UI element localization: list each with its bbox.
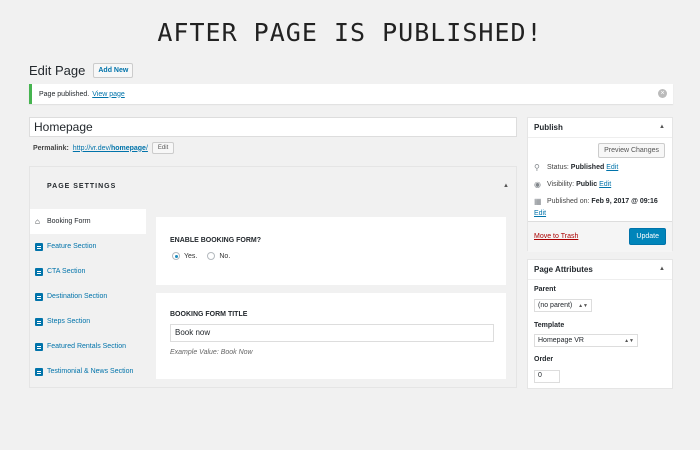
permalink-label: Permalink: (33, 144, 69, 152)
calendar-icon: ▦ (534, 197, 542, 206)
enable-booking-label: ENABLE BOOKING FORM? (170, 237, 261, 244)
document-icon (35, 367, 43, 376)
document-icon (35, 342, 43, 351)
collapse-arrow-icon[interactable]: ▲ (659, 124, 665, 130)
permalink-row: Permalink: http://vr.dev/homepage/ Edit (33, 142, 175, 154)
publish-box: Publish ▲ Preview Changes ⚲ Status: Publi… (527, 117, 673, 252)
template-label: Template (534, 322, 565, 329)
booking-title-input[interactable]: Book now (170, 324, 494, 342)
published-on-row: ▦ Published on: Feb 9, 2017 @ 09:16 (534, 197, 658, 206)
radio-no[interactable] (207, 252, 216, 260)
order-label: Order (534, 356, 554, 363)
tab-booking-form[interactable]: ⌂ Booking Form (30, 209, 146, 234)
tab-steps-section[interactable]: Steps Section (30, 309, 146, 334)
annotation-banner: AFTER PAGE IS PUBLISHED! (157, 18, 543, 47)
page-settings-header[interactable]: PAGE SETTINGS ▲ (30, 167, 516, 209)
home-icon: ⌂ (35, 216, 40, 226)
page-attributes-header[interactable]: Page Attributes ▲ (528, 260, 672, 280)
tab-cta-section[interactable]: CTA Section (30, 259, 146, 284)
chevron-down-icon: ▲▼ (578, 302, 588, 309)
visibility-row: ◉ Visibility: Public Edit (534, 180, 612, 189)
page-title: Edit Page (29, 63, 86, 78)
eye-icon: ◉ (534, 180, 541, 189)
tab-feature-section[interactable]: Feature Section (30, 234, 146, 259)
update-button[interactable]: Update (629, 228, 666, 245)
page-settings-box: PAGE SETTINGS ▲ ⌂ Booking Form Feature S… (29, 166, 517, 388)
booking-title-example: Example Value: Book Now (170, 349, 253, 356)
view-page-link[interactable]: View page (92, 91, 125, 98)
add-new-button[interactable]: Add New (93, 63, 134, 78)
radio-yes[interactable] (172, 252, 180, 260)
enable-booking-panel: ENABLE BOOKING FORM? Yes. No. (156, 217, 506, 285)
parent-select[interactable]: (no parent) ▲▼ (534, 299, 592, 312)
status-edit-link[interactable]: Edit (606, 164, 618, 171)
document-icon (35, 267, 43, 276)
page-settings-title: PAGE SETTINGS (47, 183, 117, 190)
publish-header[interactable]: Publish ▲ (528, 118, 672, 138)
permalink-edit-button[interactable]: Edit (151, 142, 175, 154)
booking-title-panel: BOOKING FORM TITLE Book now Example Valu… (156, 293, 506, 379)
chevron-down-icon: ▲▼ (624, 337, 634, 344)
visibility-edit-link[interactable]: Edit (599, 181, 611, 188)
pin-icon: ⚲ (534, 163, 540, 172)
booking-title-label: BOOKING FORM TITLE (170, 311, 248, 318)
publish-actions: Move to Trash Update (528, 221, 672, 252)
template-select[interactable]: Homepage VR ▲▼ (534, 334, 638, 347)
enable-booking-options: Yes. No. (172, 252, 240, 260)
published-edit-link[interactable]: Edit (534, 210, 546, 217)
dismiss-icon[interactable]: × (658, 89, 667, 98)
document-icon (35, 317, 43, 326)
document-icon (35, 242, 43, 251)
settings-tab-sidebar: ⌂ Booking Form Feature Section CTA Secti… (30, 209, 146, 387)
move-to-trash-link[interactable]: Move to Trash (534, 233, 578, 240)
preview-changes-button[interactable]: Preview Changes (598, 143, 665, 158)
page-header: Edit Page Add New (29, 63, 134, 78)
collapse-arrow-icon[interactable]: ▲ (503, 183, 509, 189)
permalink-url[interactable]: http://vr.dev/homepage/ (73, 145, 148, 152)
status-row: ⚲ Status: Published Edit (534, 163, 619, 172)
collapse-arrow-icon[interactable]: ▲ (659, 266, 665, 272)
tab-testimonial-news-section[interactable]: Testimonial & News Section (30, 359, 146, 384)
settings-content-area: ENABLE BOOKING FORM? Yes. No. BOOKING FO… (146, 209, 516, 388)
order-input[interactable]: 0 (534, 370, 560, 383)
parent-label: Parent (534, 286, 556, 293)
document-icon (35, 292, 43, 301)
page-attributes-box: Page Attributes ▲ Parent (no parent) ▲▼ … (527, 259, 673, 389)
tab-featured-rentals-section[interactable]: Featured Rentals Section (30, 334, 146, 359)
next-panel (156, 387, 506, 388)
tab-destination-section[interactable]: Destination Section (30, 284, 146, 309)
published-notice: Page published. View page × (29, 84, 673, 104)
notice-text: Page published. (39, 90, 90, 98)
page-title-input[interactable]: Homepage (29, 117, 517, 137)
